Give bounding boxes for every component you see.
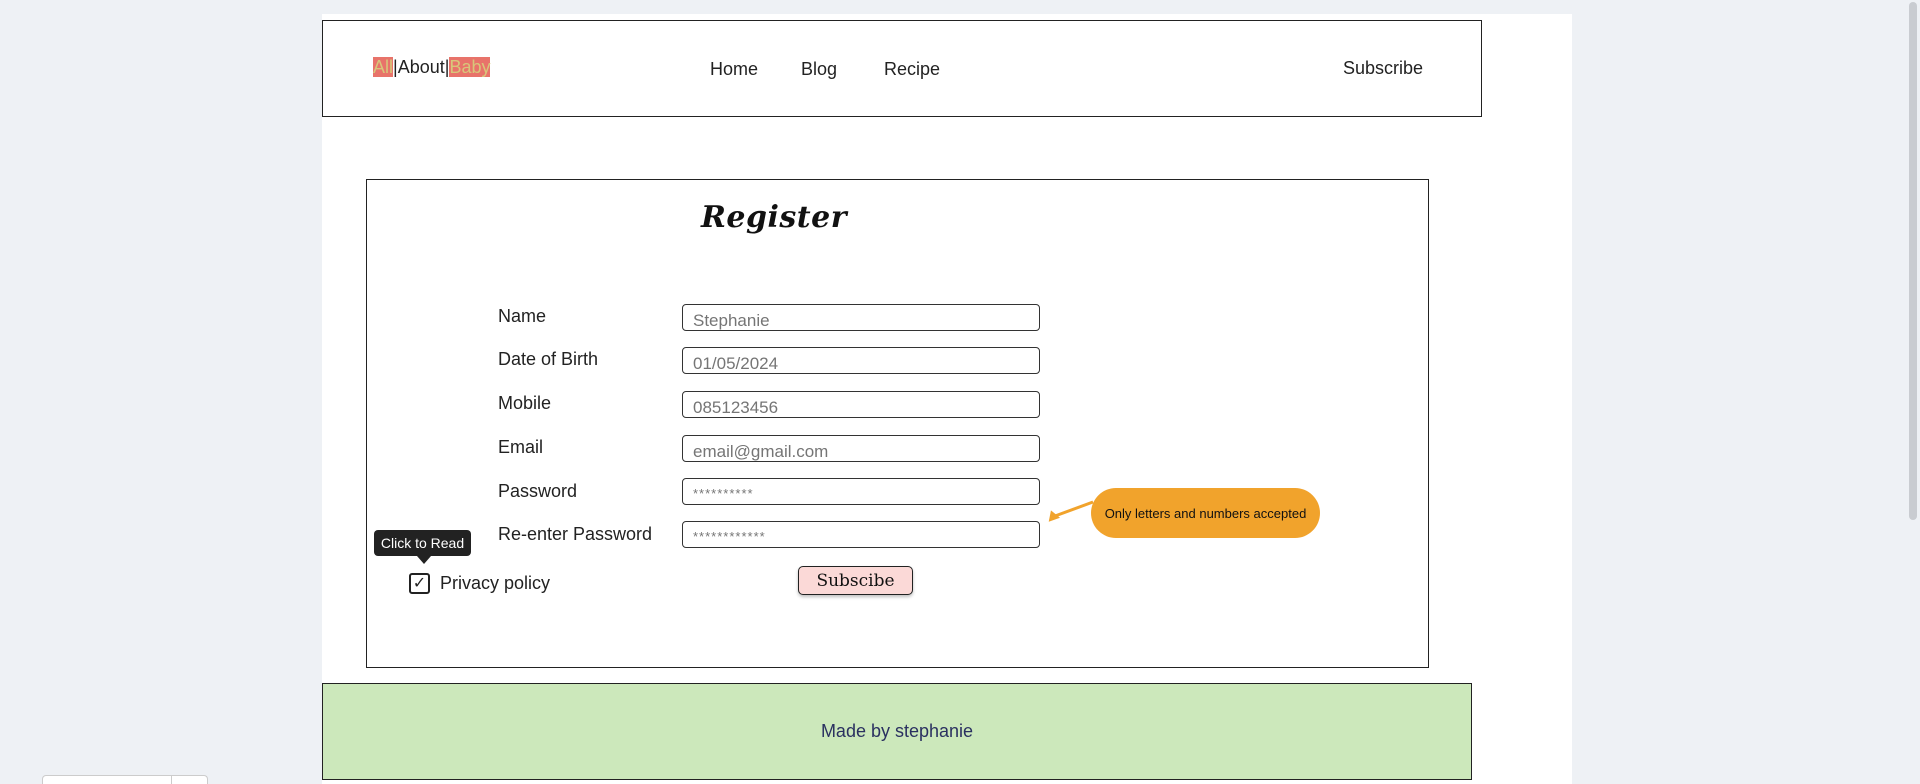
checkmark-icon: ✓ (412, 575, 427, 592)
password-input[interactable] (682, 478, 1040, 505)
subscribe-submit-button[interactable]: Subscibe (798, 566, 913, 595)
name-input[interactable] (682, 304, 1040, 331)
dob-label: Date of Birth (498, 349, 599, 369)
privacy-policy-label[interactable]: Privacy policy (440, 573, 550, 594)
email-label: Email (498, 437, 544, 457)
mobile-input[interactable] (682, 391, 1040, 418)
nav-subscribe[interactable]: Subscribe (1343, 58, 1423, 79)
nav-home[interactable]: Home (710, 59, 758, 80)
scrollbar-thumb[interactable] (1909, 2, 1917, 520)
privacy-checkbox[interactable]: ✓ (409, 573, 430, 594)
email-input[interactable] (682, 435, 1040, 462)
logo-part-all: All (373, 57, 394, 77)
password-label: Password (498, 481, 578, 501)
register-title: Register (701, 200, 848, 235)
arrow-icon (1048, 500, 1094, 522)
toolbar-divider (171, 776, 172, 784)
nav-blog[interactable]: Blog (801, 59, 837, 80)
nav-recipe[interactable]: Recipe (884, 59, 940, 80)
reenter-password-label: Re-enter Password (498, 524, 653, 544)
site-footer: Made by stephanie (322, 683, 1472, 780)
register-form: Register Name Date of Birth Mobile Email… (366, 179, 1429, 668)
dob-input[interactable] (682, 347, 1040, 374)
bottom-toolbar-stub (42, 775, 208, 784)
mobile-label: Mobile (498, 393, 552, 413)
page-scrollbar[interactable] (1905, 0, 1920, 784)
privacy-tooltip: Click to Read (374, 530, 471, 556)
reenter-password-input[interactable] (682, 521, 1040, 548)
logo-part-about: About (397, 57, 445, 77)
footer-credit: Made by stephanie (820, 721, 974, 741)
site-header: All|About|Baby Home Blog Recipe Subscrib… (322, 20, 1482, 117)
tooltip-pointer (417, 556, 431, 564)
site-logo[interactable]: All|About|Baby (373, 57, 491, 78)
logo-part-baby: Baby (449, 57, 491, 77)
name-label: Name (498, 306, 547, 326)
validation-callout: Only letters and numbers accepted (1091, 488, 1320, 538)
